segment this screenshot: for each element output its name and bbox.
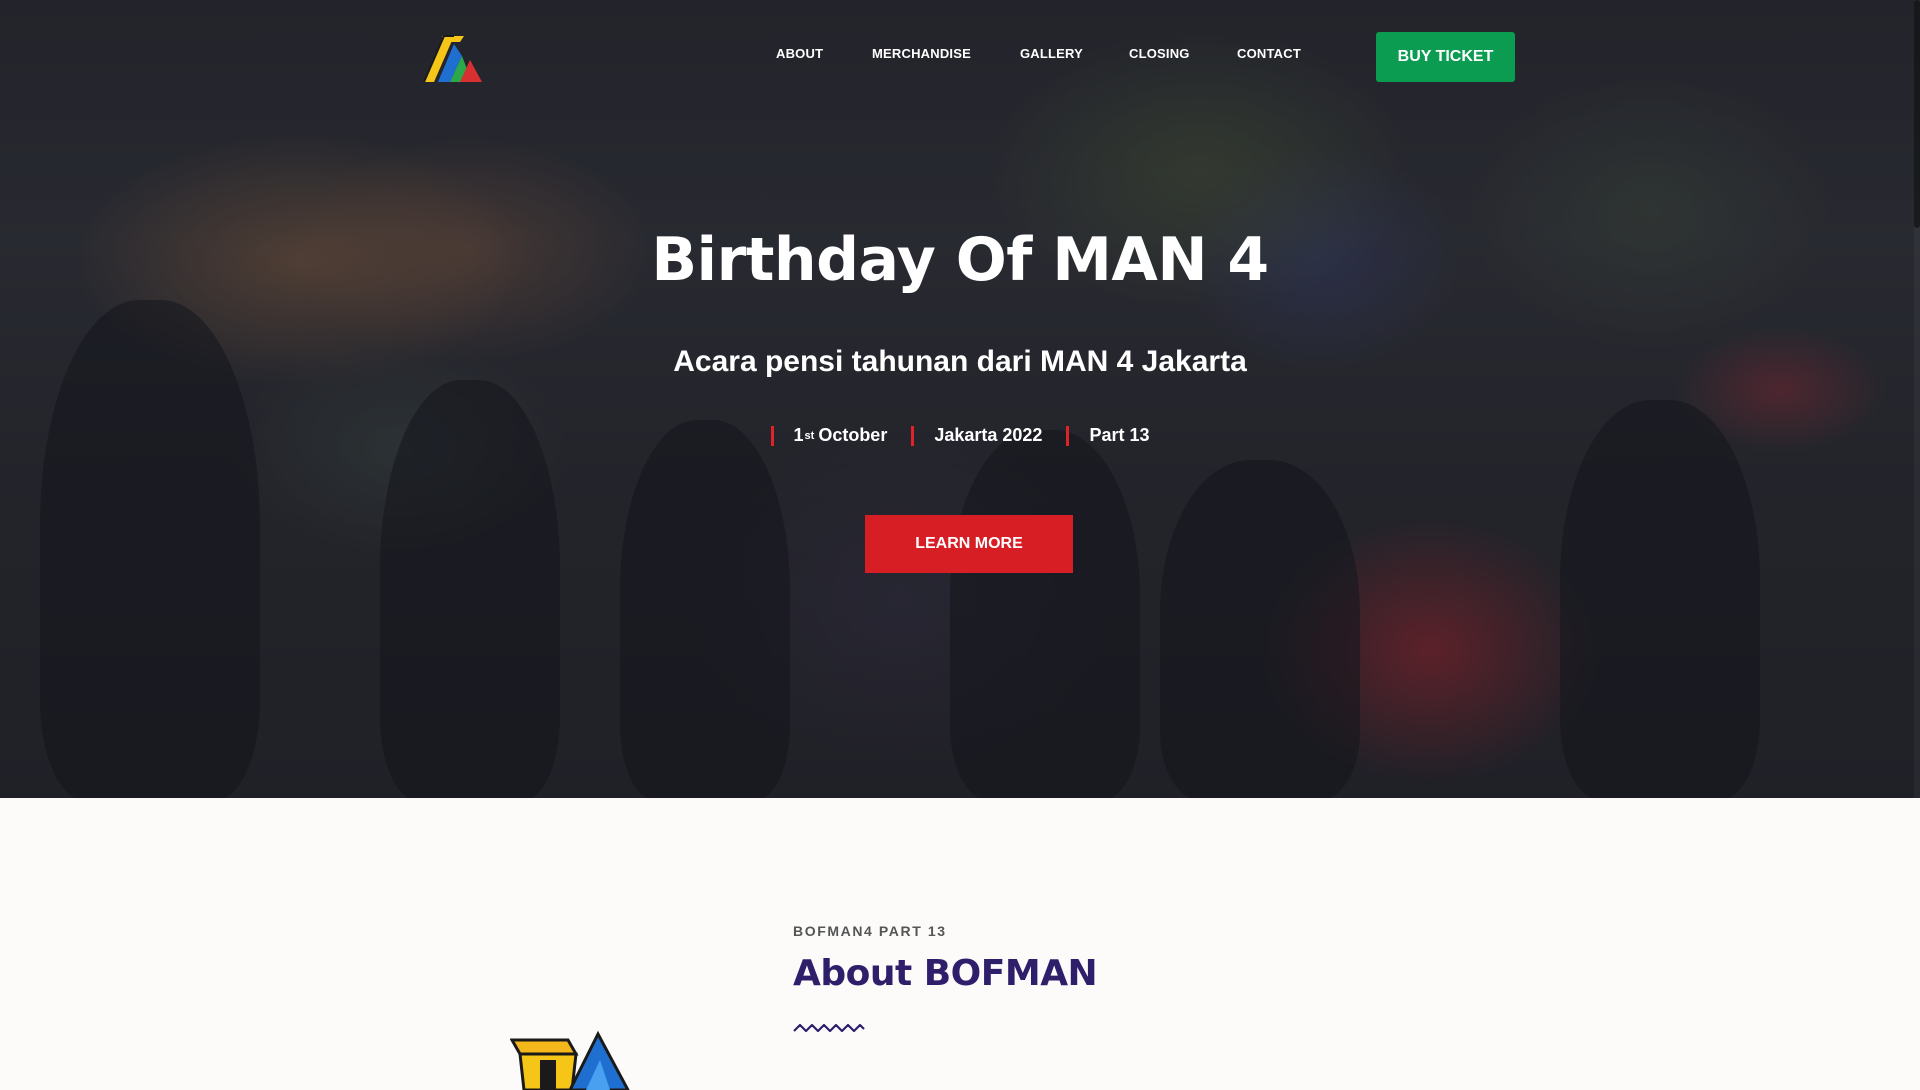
meta-divider — [770, 425, 774, 446]
nav-item-closing[interactable]: CLOSING — [1129, 46, 1190, 61]
event-date-day: 1 — [793, 425, 804, 445]
nav-item-gallery[interactable]: GALLERY — [1020, 46, 1083, 61]
scrollbar-thumb[interactable] — [1914, 0, 1920, 228]
event-meta: 1st October Jakarta 2022 Part 13 — [0, 425, 1920, 446]
event-location: Jakarta 2022 — [911, 425, 1042, 446]
event-part: Part 13 — [1066, 425, 1149, 446]
meta-divider — [911, 425, 915, 446]
hero-overlay — [0, 0, 1920, 798]
learn-more-button[interactable]: LEARN MORE — [865, 515, 1073, 573]
nav-item-merchandise[interactable]: MERCHANDISE — [872, 46, 971, 61]
event-part-text: Part 13 — [1089, 425, 1150, 445]
about-title: About BOFMAN — [793, 953, 1098, 994]
page-scrollbar[interactable] — [1914, 0, 1920, 798]
hero-subtitle: Acara pensi tahunan dari MAN 4 Jakarta — [673, 345, 1247, 378]
nav-item-contact[interactable]: CONTACT — [1237, 46, 1301, 61]
about-kicker: BOFMAN4 PART 13 — [793, 923, 947, 939]
zigzag-divider-icon — [793, 1023, 865, 1033]
meta-divider — [1066, 425, 1070, 446]
event-location-text: Jakarta 2022 — [934, 425, 1043, 445]
buy-ticket-button[interactable]: BUY TICKET — [1376, 32, 1515, 82]
nav-item-about[interactable]: ABOUT — [776, 46, 823, 61]
hero-title: Birthday Of MAN 4 — [651, 225, 1269, 295]
event-date-month: October — [818, 425, 888, 445]
bofman-logo-icon[interactable] — [420, 30, 488, 86]
event-date: 1st October — [770, 425, 888, 446]
bofman-logo-icon — [510, 1030, 630, 1090]
hero-section: ABOUT MERCHANDISE GALLERY CLOSING CONTAC… — [0, 0, 1920, 798]
